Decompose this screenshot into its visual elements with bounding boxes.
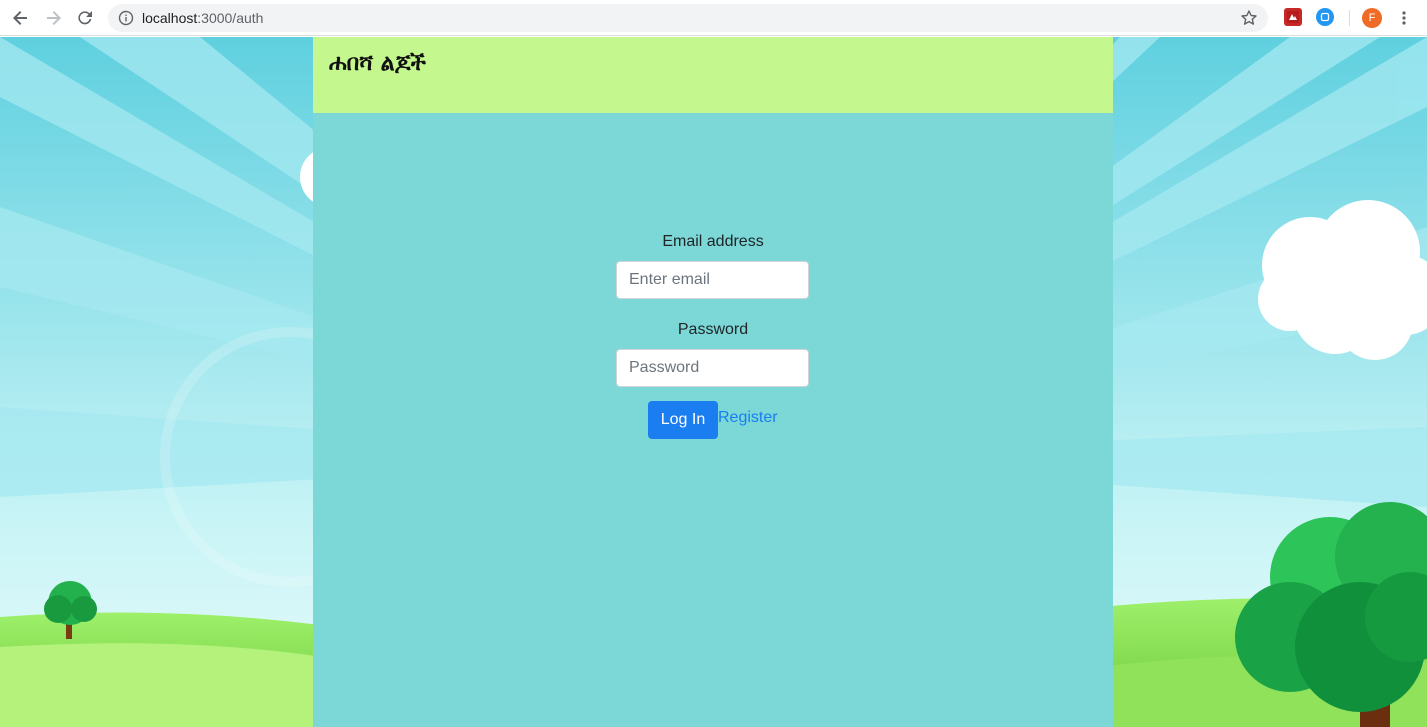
reload-button[interactable]: [74, 7, 96, 29]
url-text: localhost:3000/auth: [142, 10, 263, 26]
email-label: Email address: [662, 233, 764, 250]
password-label: Password: [677, 321, 749, 338]
reload-icon: [78, 11, 92, 25]
toolbar-separator: [1349, 10, 1350, 26]
form-actions: Log In Register: [648, 401, 778, 439]
arrow-right-icon: [47, 11, 61, 25]
profile-avatar[interactable]: F: [1362, 8, 1382, 28]
page-viewport: ሐበሻ ልጆች Email address Password Log In Re…: [0, 37, 1427, 727]
password-group: Password: [616, 321, 810, 387]
email-field[interactable]: [616, 261, 809, 299]
register-link[interactable]: Register: [718, 409, 778, 427]
password-field[interactable]: [616, 349, 809, 387]
browser-toolbar: localhost:3000/auth F: [0, 0, 1427, 36]
bookmark-star-icon[interactable]: [1240, 9, 1258, 32]
forward-button[interactable]: [42, 7, 64, 29]
info-icon[interactable]: [118, 10, 134, 31]
email-group: Email address: [616, 233, 810, 299]
login-form: Email address Password: [616, 233, 810, 409]
url-path: :3000/auth: [197, 10, 264, 26]
brand-title[interactable]: ሐበሻ ልጆች: [329, 51, 426, 76]
login-button[interactable]: Log In: [648, 401, 718, 439]
extension-blue-icon[interactable]: [1316, 8, 1334, 26]
extension-red-icon[interactable]: [1284, 8, 1302, 26]
app-container: ሐበሻ ልጆች Email address Password Log In Re…: [313, 37, 1113, 727]
kebab-menu-icon[interactable]: [1396, 8, 1412, 28]
arrow-left-icon: [13, 11, 27, 25]
app-header: ሐበሻ ልጆች: [313, 37, 1113, 113]
address-bar[interactable]: localhost:3000/auth: [108, 4, 1268, 32]
url-host: localhost: [142, 10, 198, 26]
back-button[interactable]: [10, 7, 32, 29]
